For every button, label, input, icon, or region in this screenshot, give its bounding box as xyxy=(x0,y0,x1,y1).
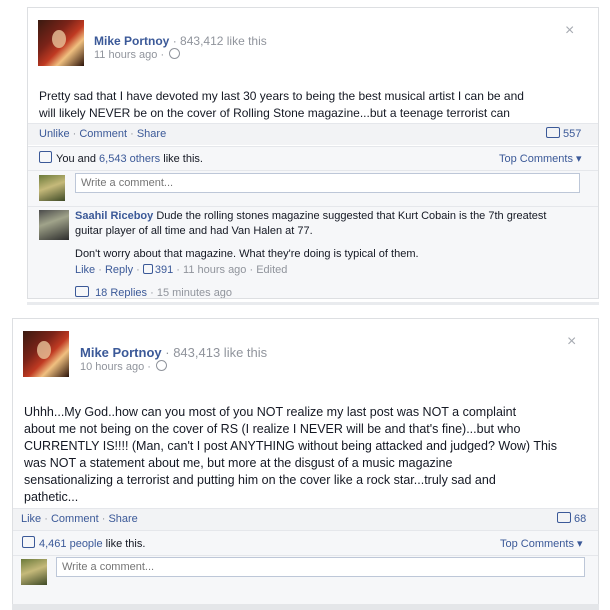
replies-count[interactable]: 18 Replies xyxy=(95,287,147,298)
unlike-link[interactable]: Unlike xyxy=(39,128,70,140)
comment-likes[interactable]: 391 xyxy=(142,264,173,276)
comment-count[interactable]: 68 xyxy=(557,512,586,525)
likes-summary: You and 6,543 others like this. xyxy=(39,151,203,165)
close-icon[interactable]: × xyxy=(565,22,574,40)
post-actions: Unlike · Comment · Share xyxy=(39,128,167,140)
globe-icon xyxy=(156,360,167,371)
commenter-name[interactable]: Saahil Riceboy xyxy=(75,210,153,222)
post-body: Uhhh...My God..how can you most of you N… xyxy=(24,405,557,504)
viewer-avatar xyxy=(21,559,47,585)
comment-actions: Like · Reply · 391 · 11 hours ago · Edit… xyxy=(75,264,288,276)
reply-icon xyxy=(75,286,89,297)
post-timestamp[interactable]: 10 hours ago · xyxy=(80,360,167,373)
author-avatar[interactable] xyxy=(23,331,69,377)
comment-bubble-icon xyxy=(546,127,560,138)
share-link[interactable]: Share xyxy=(137,128,166,140)
post-2: Mike Portnoy · 843,413 like this 10 hour… xyxy=(12,318,599,608)
comment-bubble-icon xyxy=(557,512,571,523)
people-link[interactable]: 4,461 people xyxy=(39,538,103,550)
edited-label[interactable]: Edited xyxy=(256,264,287,276)
thumbs-up-icon xyxy=(39,151,52,163)
comment-like-link[interactable]: Like xyxy=(75,264,95,276)
comment-link[interactable]: Comment xyxy=(79,128,127,140)
post-body: Pretty sad that I have devoted my last 3… xyxy=(39,89,524,120)
thumbs-up-icon xyxy=(142,264,153,274)
top-comments-dropdown[interactable]: Top Comments ▾ xyxy=(499,152,582,165)
comment-reply-link[interactable]: Reply xyxy=(105,264,133,276)
replies-row[interactable]: 18 Replies · 15 minutes ago xyxy=(75,286,233,299)
post-header: Mike Portnoy · 843,413 like this xyxy=(80,345,268,360)
comment-count[interactable]: 557 xyxy=(546,127,581,140)
globe-icon xyxy=(169,48,181,59)
comment-link[interactable]: Comment xyxy=(51,513,99,525)
replies-time: 15 minutes ago xyxy=(156,287,233,299)
post-header: Mike Portnoy · 843,412 like this xyxy=(94,34,267,48)
post-1: Mike Portnoy · 843,412 like this 11 hour… xyxy=(27,7,599,299)
thumbs-up-icon xyxy=(22,536,35,548)
close-icon[interactable]: × xyxy=(567,333,576,351)
comment-time[interactable]: 11 hours ago xyxy=(183,264,246,276)
viewer-avatar xyxy=(39,175,65,201)
share-link[interactable]: Share xyxy=(108,513,137,525)
author-avatar[interactable] xyxy=(38,20,84,66)
others-link[interactable]: 6,543 others xyxy=(99,153,160,165)
comment-input[interactable] xyxy=(75,173,580,193)
comment-input[interactable] xyxy=(56,557,585,577)
page-like-count: 843,412 like this xyxy=(180,34,267,48)
comment-body: Saahil Riceboy Dude the rolling stones m… xyxy=(75,210,547,260)
likes-summary: 4,461 people like this. xyxy=(22,536,145,550)
author-name[interactable]: Mike Portnoy xyxy=(94,34,169,48)
post-timestamp[interactable]: 11 hours ago · xyxy=(94,48,181,61)
like-link[interactable]: Like xyxy=(21,513,41,525)
page-like-count: 843,413 like this xyxy=(173,345,268,360)
divider xyxy=(27,302,599,305)
author-name[interactable]: Mike Portnoy xyxy=(80,345,162,360)
top-comments-dropdown[interactable]: Top Comments ▾ xyxy=(500,537,583,550)
commenter-avatar[interactable] xyxy=(39,210,69,240)
post-actions: Like · Comment · Share xyxy=(21,513,138,525)
next-content-strip xyxy=(12,604,599,610)
